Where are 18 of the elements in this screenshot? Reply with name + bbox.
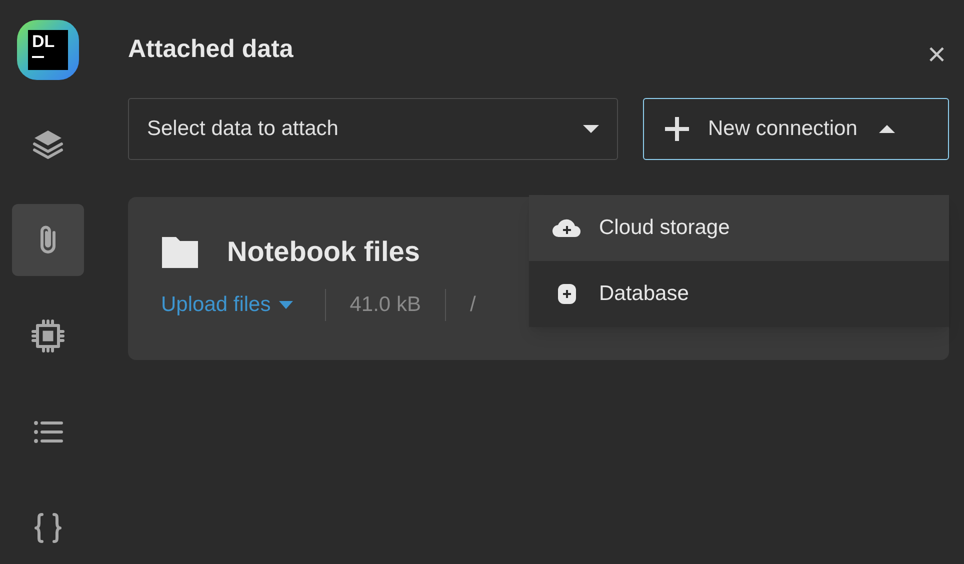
sidebar-button[interactable]	[12, 204, 84, 276]
panel-title: Attached data	[128, 34, 294, 66]
caret-down-icon	[278, 300, 293, 309]
select-placeholder: Select data to attach	[147, 116, 338, 142]
data-select[interactable]: Select data to attach	[128, 98, 618, 160]
caret-down-icon	[583, 124, 599, 134]
new-connection-button[interactable]: New connection	[643, 98, 949, 160]
card-title: Notebook files	[227, 235, 420, 269]
chip-icon	[30, 318, 66, 354]
folder-icon	[161, 235, 199, 269]
plus-icon	[664, 116, 690, 142]
menu-item[interactable]: Cloud storage	[529, 195, 949, 261]
file-size: 41.0 kB	[326, 289, 446, 320]
menu-item[interactable]: Database	[529, 261, 949, 327]
file-path: /	[468, 292, 476, 318]
logo-text: DL	[32, 32, 56, 52]
caret-up-icon	[879, 124, 896, 134]
close-button[interactable]: ×	[927, 38, 946, 70]
